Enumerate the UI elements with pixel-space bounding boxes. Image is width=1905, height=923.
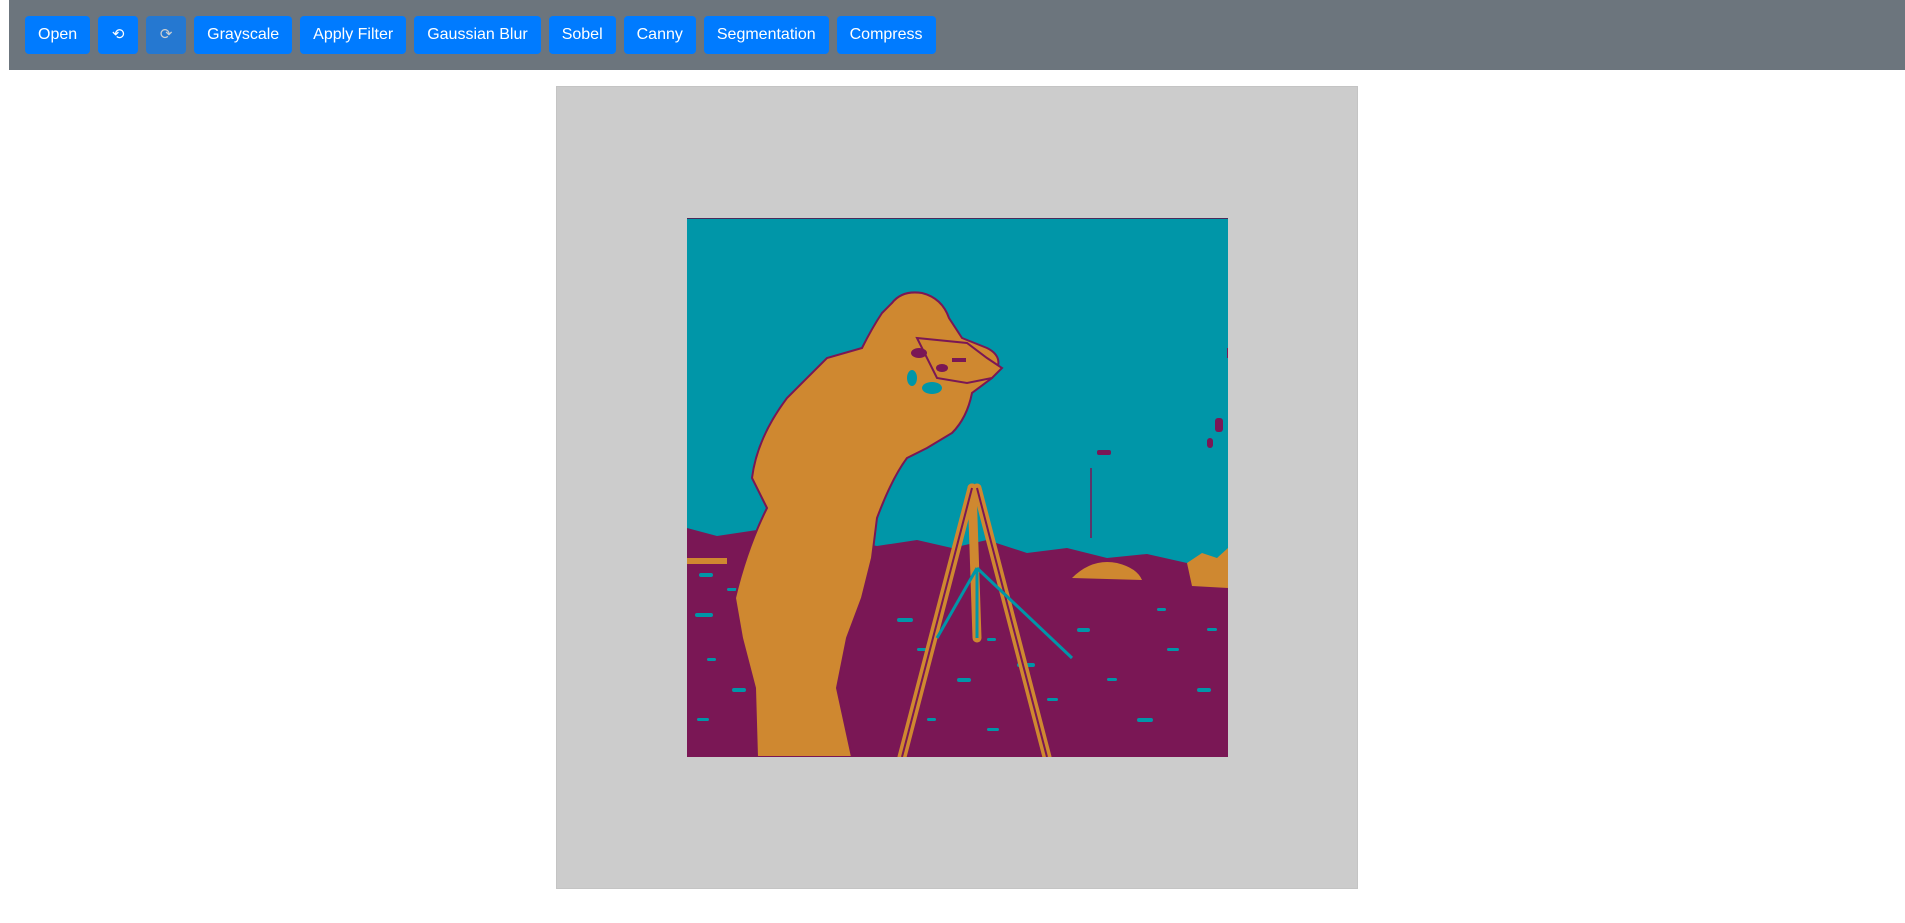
sobel-button[interactable]: Sobel — [548, 16, 616, 54]
toolbar: Open ⟲ ⟳ Grayscale Apply Filter Gaussian… — [9, 0, 1905, 70]
segmented-image — [687, 218, 1228, 757]
redo-button[interactable]: ⟳ — [146, 16, 187, 54]
segmentation-button[interactable]: Segmentation — [703, 16, 829, 54]
grayscale-button[interactable]: Grayscale — [194, 16, 293, 54]
canny-button[interactable]: Canny — [623, 16, 696, 54]
gaussian-blur-button[interactable]: Gaussian Blur — [414, 16, 541, 54]
undo-button[interactable]: ⟲ — [98, 16, 139, 54]
apply-filter-button[interactable]: Apply Filter — [300, 16, 407, 54]
open-button[interactable]: Open — [25, 16, 91, 54]
compress-button[interactable]: Compress — [836, 16, 936, 54]
image-canvas[interactable] — [556, 86, 1358, 889]
segmented-photo-icon — [687, 218, 1228, 757]
